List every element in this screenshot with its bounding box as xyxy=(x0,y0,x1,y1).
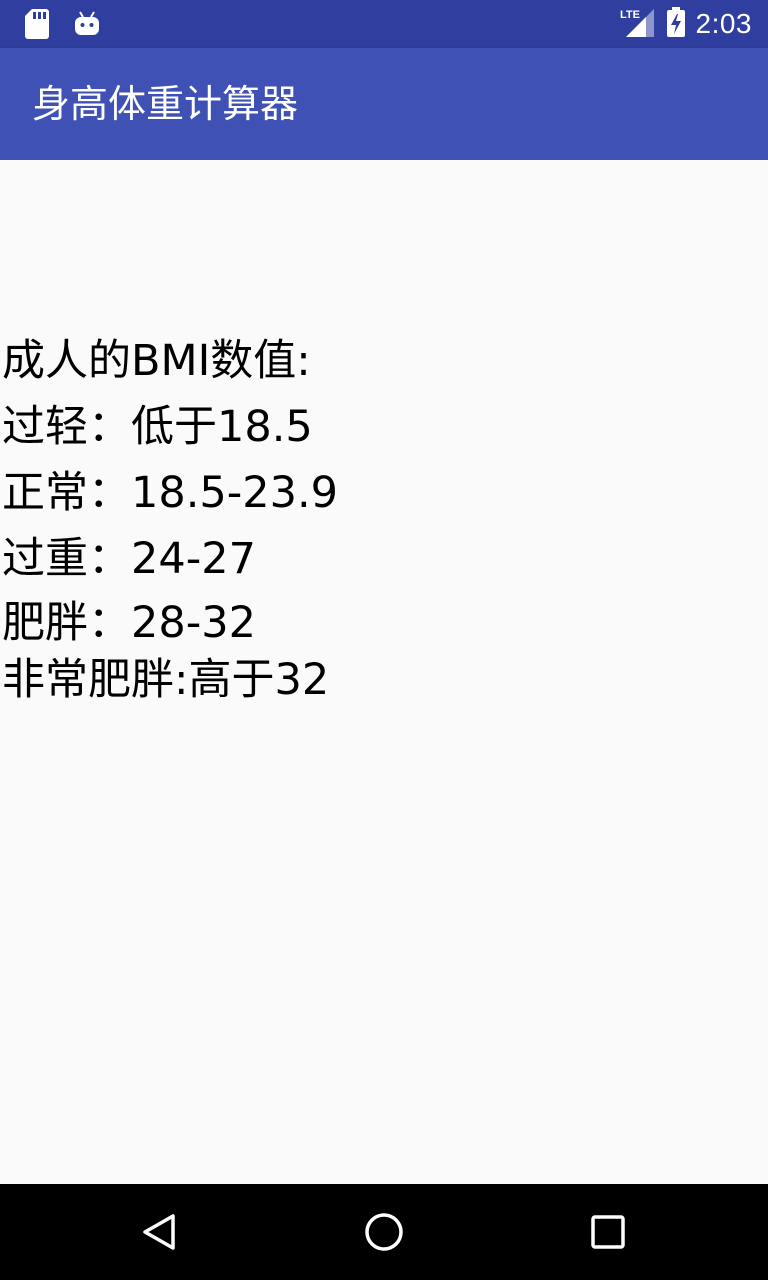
main-content: 成人的BMI数值: 过轻：低于18.5 正常：18.5-23.9 过重：24-2… xyxy=(0,160,768,1184)
sd-card-icon xyxy=(24,8,50,44)
home-button[interactable] xyxy=(360,1208,408,1256)
back-icon xyxy=(136,1208,184,1256)
bmi-line-underweight: 过轻：低于18.5 xyxy=(2,402,313,452)
navigation-bar xyxy=(0,1184,768,1280)
home-icon xyxy=(360,1208,408,1256)
notification-icons xyxy=(24,8,100,44)
bmi-line-overweight: 过重：24-27 xyxy=(2,534,256,584)
battery-charging-icon xyxy=(666,6,686,42)
recents-button[interactable] xyxy=(584,1208,632,1256)
app-title: 身高体重计算器 xyxy=(32,82,299,126)
bmi-line-very-obese: 非常肥胖:高于32 xyxy=(2,655,330,705)
status-right: LTE 2:03 xyxy=(620,0,753,48)
lte-signal-icon: LTE xyxy=(620,7,656,41)
app-bar: 身高体重计算器 xyxy=(0,48,768,160)
bmi-heading: 成人的BMI数值: xyxy=(2,336,311,386)
network-label: LTE xyxy=(620,9,640,21)
bmi-line-normal: 正常：18.5-23.9 xyxy=(2,468,339,518)
back-button[interactable] xyxy=(136,1208,184,1256)
status-bar: LTE 2:03 xyxy=(0,0,768,48)
status-clock: 2:03 xyxy=(695,8,752,39)
bmi-info-text: 成人的BMI数值: 过轻：低于18.5 正常：18.5-23.9 过重：24-2… xyxy=(2,328,762,706)
recents-icon xyxy=(584,1208,632,1256)
bmi-line-obese: 肥胖：28-32 xyxy=(2,598,256,648)
android-icon xyxy=(74,8,100,44)
